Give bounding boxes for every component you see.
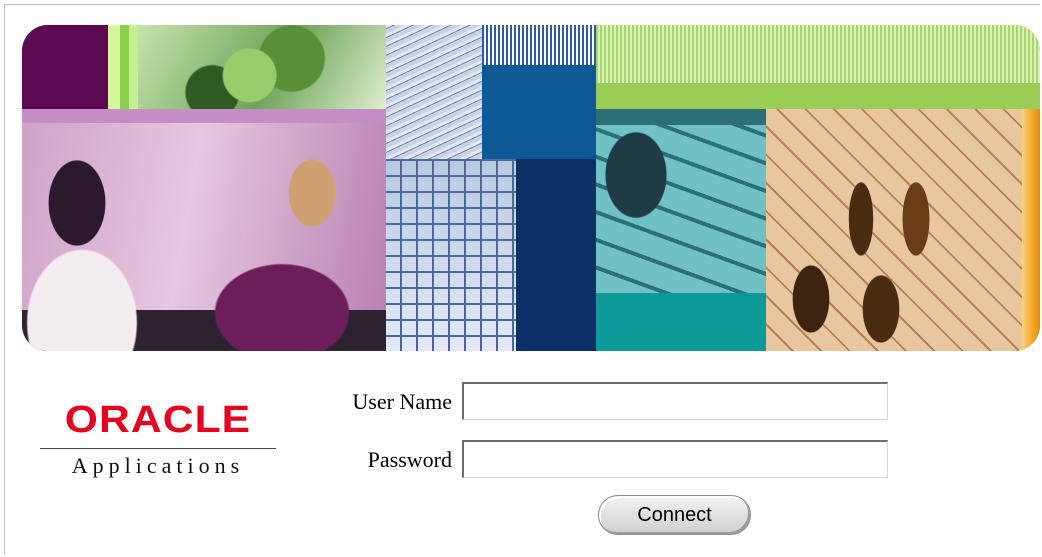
banner-navy-tile: [516, 159, 596, 351]
password-input[interactable]: [462, 440, 888, 478]
banner-blue-lines-tile: [482, 25, 596, 65]
username-input[interactable]: [462, 382, 888, 420]
banner-gear-image: [138, 25, 386, 109]
banner-shopping-cart-image: [386, 159, 516, 351]
oracle-applications-logo: ORACLE Applications: [38, 400, 278, 479]
banner-keyboard-image: [596, 125, 766, 293]
oracle-logo-word: ORACLE: [64, 399, 252, 441]
username-label: User Name: [352, 389, 452, 414]
banner-blue-tile: [482, 65, 596, 159]
password-label: Password: [367, 447, 452, 472]
hero-banner: [22, 25, 1040, 351]
logo-subtitle: Applications: [71, 453, 245, 478]
banner-teal-tile: [596, 293, 766, 351]
logo-divider: [40, 448, 276, 449]
banner-green-lines-tile: [596, 25, 1040, 83]
banner-fiber-optics-image: [386, 25, 482, 159]
banner-purple-tile: [22, 25, 108, 109]
banner-business-meeting-image: [22, 123, 386, 351]
connect-button[interactable]: Connect: [598, 495, 751, 535]
banner-group-photo-image: [766, 109, 1022, 351]
banner-lilac-bar: [22, 109, 386, 123]
banner-teal-bar: [596, 109, 766, 125]
banner-orange-strip: [1022, 109, 1040, 351]
banner-stripe-tile: [108, 25, 138, 109]
banner-green-bar: [596, 83, 1040, 109]
